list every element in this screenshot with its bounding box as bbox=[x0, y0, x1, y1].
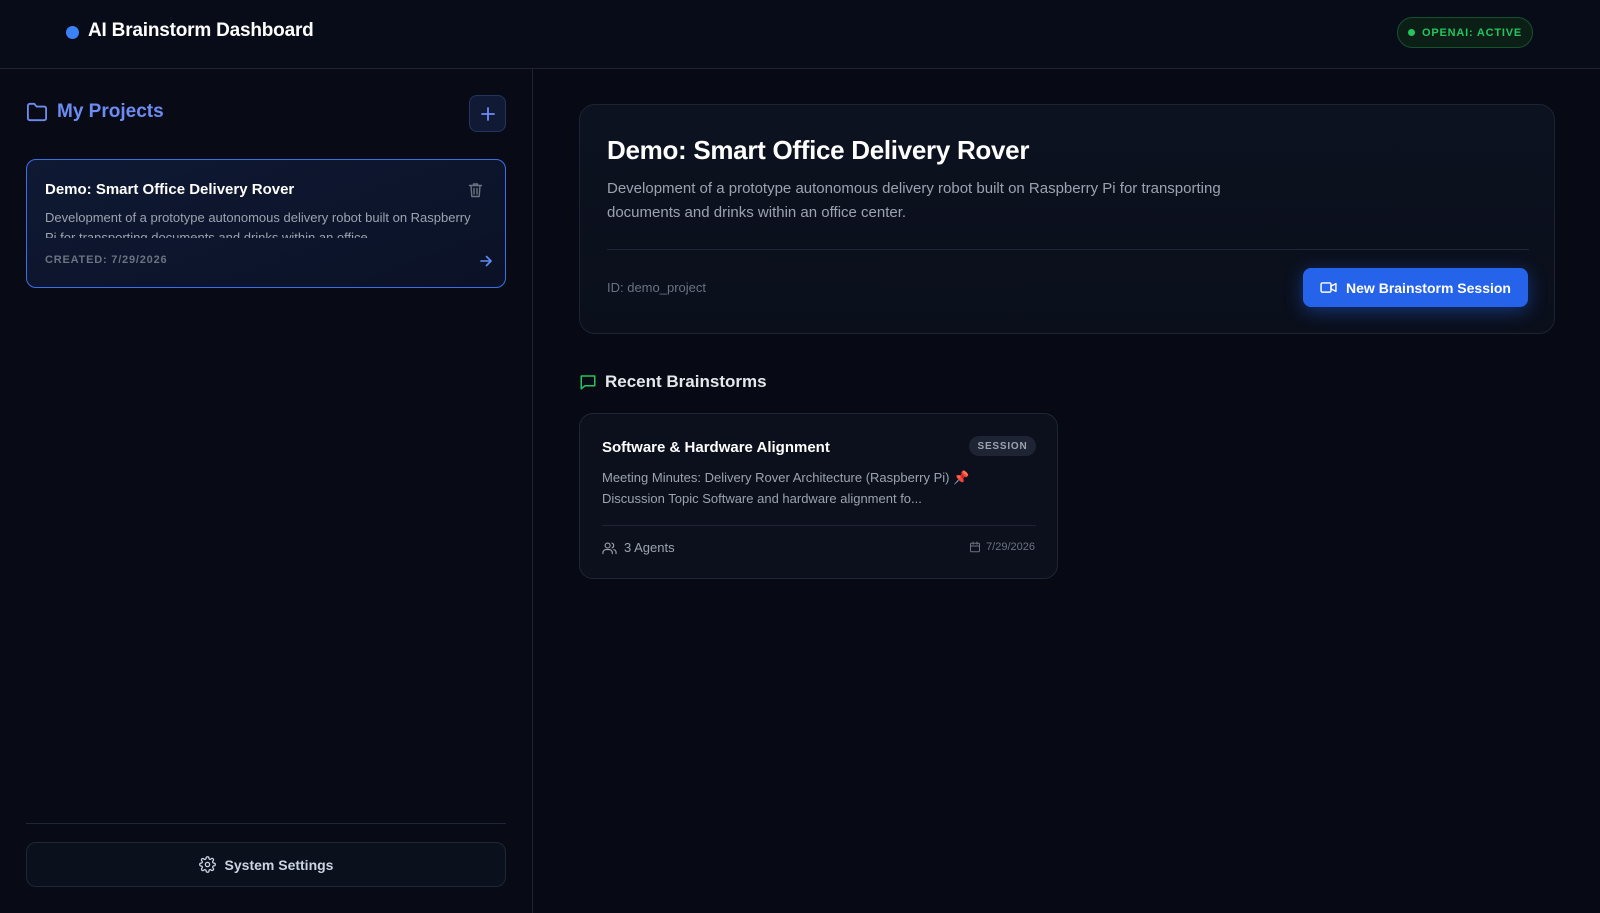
new-brainstorm-session-button[interactable]: New Brainstorm Session bbox=[1303, 268, 1528, 307]
folder-icon bbox=[26, 102, 47, 122]
trash-icon[interactable] bbox=[468, 182, 483, 198]
status-badge-label: OPENAI: ACTIVE bbox=[1421, 26, 1523, 39]
session-date-text: 7/29/2026 bbox=[986, 541, 1035, 553]
project-card-title: Demo: Smart Office Delivery Rover bbox=[45, 181, 295, 198]
session-card[interactable]: Software & Hardware Alignment SESSION Me… bbox=[579, 413, 1058, 579]
project-card-created: CREATED: 7/29/2026 bbox=[45, 254, 168, 266]
message-icon bbox=[580, 375, 596, 390]
status-badge: OPENAI: ACTIVE bbox=[1397, 17, 1533, 48]
session-date: 7/29/2026 bbox=[969, 541, 1035, 553]
project-title: Demo: Smart Office Delivery Rover bbox=[607, 135, 1030, 165]
calendar-icon bbox=[970, 541, 981, 553]
arrow-right-icon bbox=[480, 255, 492, 267]
project-panel-divider bbox=[607, 249, 1529, 250]
sidebar: My Projects Demo: Smart Office Delivery … bbox=[0, 69, 533, 913]
add-project-button[interactable] bbox=[469, 95, 506, 132]
brand-dot bbox=[66, 26, 79, 39]
plus-icon bbox=[480, 106, 495, 121]
sidebar-title: My Projects bbox=[57, 101, 164, 122]
system-settings-label: System Settings bbox=[224, 856, 334, 873]
session-description: Meeting Minutes: Delivery Rover Architec… bbox=[602, 467, 1032, 509]
project-card[interactable]: Demo: Smart Office Delivery Rover Develo… bbox=[26, 159, 506, 288]
status-dot bbox=[1407, 29, 1415, 36]
session-description-line: Discussion Topic Software and hardware a… bbox=[602, 491, 922, 506]
project-detail-panel: Demo: Smart Office Delivery Rover Develo… bbox=[579, 104, 1555, 334]
session-agents: 3 Agents bbox=[602, 540, 675, 555]
session-badge: SESSION bbox=[969, 436, 1036, 456]
video-camera-icon bbox=[1320, 282, 1337, 293]
new-brainstorm-session-label: New Brainstorm Session bbox=[1346, 279, 1511, 296]
users-icon bbox=[602, 541, 617, 554]
project-description: Development of a prototype autonomous de… bbox=[607, 180, 1221, 221]
app-title: AI Brainstorm Dashboard bbox=[88, 20, 314, 41]
sidebar-divider bbox=[26, 823, 506, 824]
gear-icon bbox=[198, 856, 216, 873]
session-agents-count: 3 Agents bbox=[624, 540, 675, 555]
session-card-divider bbox=[602, 525, 1036, 526]
system-settings-button[interactable]: System Settings bbox=[26, 842, 506, 887]
recent-brainstorms-title: Recent Brainstorms bbox=[605, 372, 767, 391]
session-description-line: Meeting Minutes: Delivery Rover Architec… bbox=[602, 470, 970, 485]
project-id: ID: demo_project bbox=[607, 280, 706, 295]
session-title: Software & Hardware Alignment bbox=[602, 439, 830, 456]
top-header: AI Brainstorm Dashboard OPENAI: ACTIVE bbox=[0, 0, 1600, 69]
project-card-description: Development of a prototype autonomous de… bbox=[45, 210, 471, 238]
